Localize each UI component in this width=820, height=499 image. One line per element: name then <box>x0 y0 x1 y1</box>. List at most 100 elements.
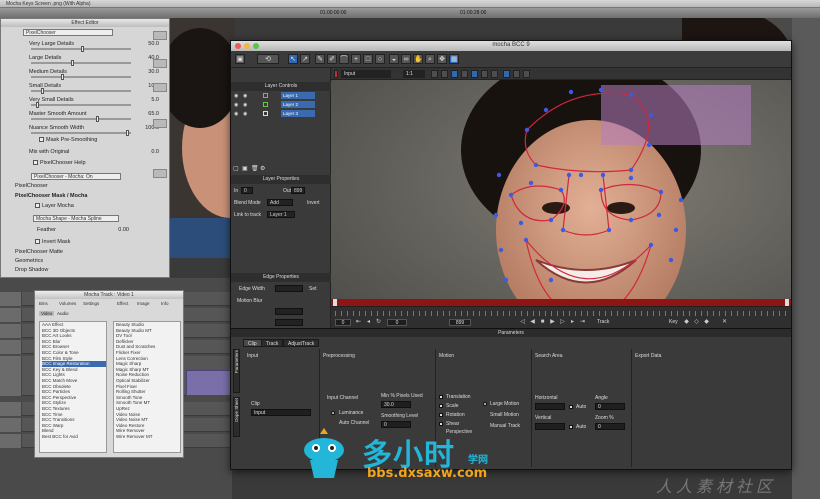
mix-with-original-value[interactable]: 0.0 <box>133 149 159 155</box>
vertical-auto-checkbox[interactable] <box>569 425 573 429</box>
layer-row[interactable]: ◉ ◉ Layer 2 <box>233 101 329 109</box>
zoom-tool-icon[interactable]: ⌕ <box>425 54 435 64</box>
effect-list[interactable]: Beauty Studio Beauty Studio MT DV Tool Defl… <box>113 321 181 453</box>
scale-checkbox[interactable] <box>439 404 443 408</box>
layer-name[interactable]: Layer 1 <box>281 92 315 99</box>
menu-bins[interactable]: Bins <box>39 301 48 306</box>
keyframe-icon[interactable] <box>153 31 167 40</box>
ee-slider[interactable] <box>31 46 131 52</box>
view-icon[interactable] <box>441 70 448 78</box>
keyframe-icon[interactable] <box>153 169 167 178</box>
select-icon[interactable]: ↗ <box>300 54 310 64</box>
show-tangents-icon[interactable] <box>471 70 478 78</box>
zoom-dropdown[interactable]: 1:1 <box>403 70 425 78</box>
show-layer-icon[interactable] <box>451 70 458 78</box>
angle-field[interactable]: 0 <box>595 403 625 410</box>
duplicate-layer-icon[interactable]: ▣ <box>242 165 248 172</box>
xspline-tool-icon[interactable]: ✐ <box>327 54 337 64</box>
in-point-marker[interactable] <box>333 299 337 306</box>
eye-icon[interactable]: ◉ <box>234 102 238 108</box>
ee-param-row[interactable]: Medium Details 30.0 <box>9 69 159 80</box>
ee-param-row[interactable]: Very Large Details 50.0 <box>9 41 159 52</box>
tab-video[interactable]: Video <box>39 311 55 316</box>
shear-checkbox[interactable] <box>439 422 443 426</box>
min-pixels-field[interactable]: 30.0 <box>381 401 411 408</box>
ee-param-row[interactable]: Small Details 10.0 <box>9 83 159 94</box>
ee-slider[interactable] <box>31 130 131 136</box>
pixelchooser-mode-dropdown[interactable]: PixelChooser - Mocha: On <box>31 173 121 180</box>
eye-icon[interactable]: ◉ <box>234 111 238 117</box>
stabilize-icon[interactable] <box>523 70 530 78</box>
menu-volumes[interactable]: Volumes <box>59 301 76 306</box>
keyframe-icon[interactable] <box>153 59 167 68</box>
input-clip-dropdown[interactable]: Input <box>341 70 391 78</box>
rotation-checkbox[interactable] <box>439 413 443 417</box>
ee-param-row[interactable]: Very Small Details 5.0 <box>9 97 159 108</box>
translation-checkbox[interactable] <box>439 395 443 399</box>
trace-icon[interactable] <box>513 70 520 78</box>
next-key-icon[interactable]: ◆ <box>703 319 710 326</box>
motion-blur-field[interactable] <box>275 308 303 315</box>
vertical-field[interactable] <box>535 423 565 430</box>
fit-icon[interactable] <box>431 70 438 78</box>
ee-param-row[interactable]: Nuance Smooth Width 100.0 <box>9 125 159 136</box>
timeline-bar[interactable] <box>331 299 791 306</box>
magnet-icon[interactable]: ◒ <box>389 54 399 64</box>
layer-name[interactable]: Layer 3 <box>281 110 315 117</box>
add-layer-icon[interactable]: ▢ <box>233 165 239 172</box>
lock-icon[interactable]: ◉ <box>243 102 247 108</box>
ee-param-value[interactable]: 30.0 <box>133 69 159 75</box>
ee-slider[interactable] <box>31 88 131 94</box>
ee-slider[interactable] <box>31 74 131 80</box>
lock-icon[interactable]: ◉ <box>243 111 247 117</box>
luminance-radio[interactable] <box>331 411 335 415</box>
hand-icon[interactable]: ✋ <box>413 54 423 64</box>
stop-icon[interactable]: ■ <box>539 319 546 326</box>
step-forward-icon[interactable]: ▸ <box>569 319 576 326</box>
zoom-field[interactable]: 0 <box>595 423 625 430</box>
layer-mocha-row[interactable]: Layer Mocha <box>9 203 159 214</box>
save-icon[interactable]: ▣ <box>235 54 245 64</box>
step-back-icon[interactable]: ◂ <box>365 319 372 326</box>
track-backward-icon[interactable]: ◁ <box>519 319 526 326</box>
show-mattes-icon[interactable] <box>481 70 488 78</box>
timeline-clip[interactable] <box>186 370 232 396</box>
feather-row[interactable]: Feather 0.00 <box>9 227 159 238</box>
ee-param-row[interactable]: Large Details 40.0 <box>9 55 159 66</box>
mask-pre-smoothing-checkbox[interactable] <box>39 137 44 143</box>
menu-settings[interactable]: Settings <box>83 301 99 306</box>
menu-effect[interactable]: Effect <box>117 301 128 306</box>
layer-row[interactable]: ◉ ◉ Layer 3 <box>233 110 329 118</box>
track-forward-icon[interactable]: ▷ <box>559 319 566 326</box>
pixelchooser-help-row[interactable]: PixelChooser Help <box>9 160 159 171</box>
ee-slider[interactable] <box>31 102 131 108</box>
tab-adjust-track[interactable]: AdjustTrack <box>283 339 320 347</box>
rect-tool-icon[interactable]: □ <box>363 54 373 64</box>
lock-icon[interactable]: ◉ <box>243 93 247 99</box>
layer-color-swatch[interactable] <box>263 93 268 98</box>
pick-tool-icon[interactable]: ↖ <box>288 54 298 64</box>
mask-pre-smoothing-row[interactable]: Mask Pre-Smoothing <box>9 137 159 148</box>
move-icon[interactable]: ✥ <box>437 54 447 64</box>
horizontal-field[interactable] <box>535 403 565 410</box>
tab-track[interactable]: Track <box>261 339 284 347</box>
ee-param-value[interactable]: 50.0 <box>133 41 159 47</box>
show-splines-icon[interactable] <box>461 70 468 78</box>
list-item[interactable]: Best BCC for Avid <box>42 434 106 440</box>
section-row[interactable]: Drop Shadow <box>9 267 159 278</box>
ee-param-value[interactable]: 65.0 <box>133 111 159 117</box>
pixelchooser-help-checkbox[interactable] <box>33 160 38 166</box>
play-backward-icon[interactable]: ◀ <box>529 319 536 326</box>
set-button[interactable]: Set <box>309 286 317 292</box>
invert-mask-checkbox[interactable] <box>35 239 40 245</box>
link-icon[interactable]: ∞ <box>401 54 411 64</box>
undo-redo-icon[interactable]: ⟲ <box>257 54 279 64</box>
keyframe-icon[interactable] <box>153 119 167 128</box>
end-frame-field[interactable]: 899 <box>449 319 471 326</box>
current-frame-field[interactable]: 0 <box>387 319 407 326</box>
blend-mode-dropdown[interactable]: Add <box>267 199 293 206</box>
bezier-tool-icon[interactable]: ⌒ <box>339 54 349 64</box>
menu-info[interactable]: Info <box>161 301 169 306</box>
tab-clip[interactable]: Clip <box>243 339 262 347</box>
show-grid-icon[interactable] <box>503 70 510 78</box>
